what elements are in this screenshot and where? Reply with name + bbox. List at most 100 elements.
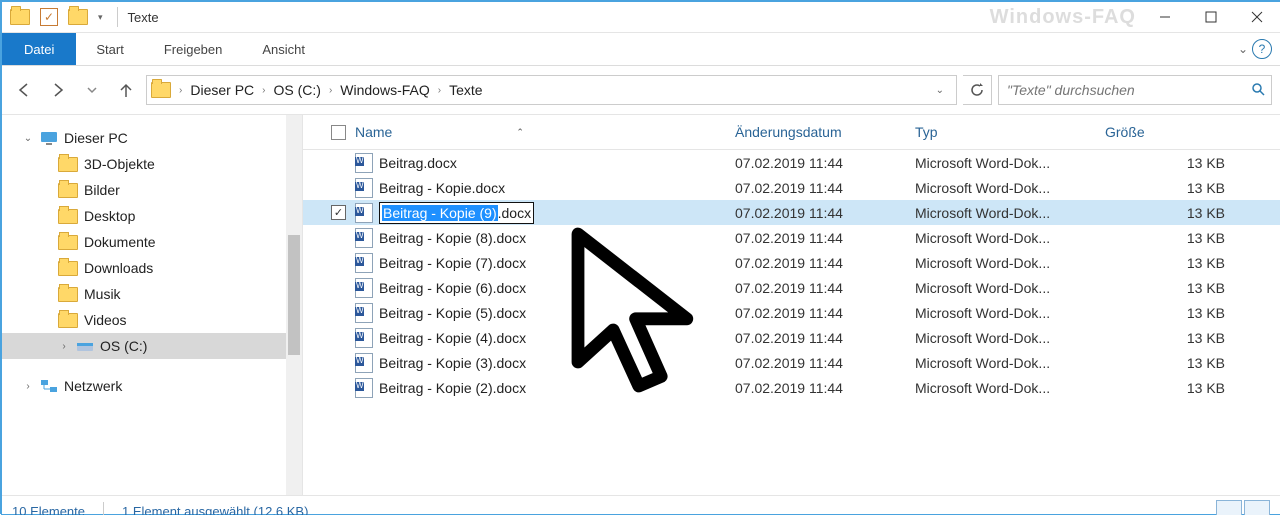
file-name-cell[interactable]: Beitrag - Kopie (6).docx xyxy=(355,278,735,298)
address-bar[interactable]: › Dieser PC › OS (C:) › Windows-FAQ › Te… xyxy=(146,75,957,105)
breadcrumb[interactable]: Dieser PC xyxy=(186,82,258,98)
file-name-cell[interactable]: Beitrag - Kopie (5).docx xyxy=(355,303,735,323)
help-icon[interactable]: ? xyxy=(1252,39,1272,59)
column-name[interactable]: Name⌃ xyxy=(355,124,735,140)
ribbon-tab-start[interactable]: Start xyxy=(76,33,143,65)
file-row[interactable]: Beitrag - Kopie (7).docx07.02.2019 11:44… xyxy=(303,250,1280,275)
file-name-cell[interactable]: Beitrag - Kopie (8).docx xyxy=(355,228,735,248)
file-name-cell[interactable]: Beitrag - Kopie (9).docx xyxy=(355,202,735,224)
tree-label: Desktop xyxy=(84,208,135,224)
pc-icon xyxy=(40,130,58,146)
expand-icon[interactable]: › xyxy=(58,341,70,352)
new-folder-icon[interactable] xyxy=(68,9,88,25)
file-name-cell[interactable]: Beitrag - Kopie (2).docx xyxy=(355,378,735,398)
folder-icon[interactable] xyxy=(10,9,30,25)
maximize-button[interactable] xyxy=(1188,2,1234,32)
up-button[interactable] xyxy=(112,76,140,104)
details-view-button[interactable] xyxy=(1216,500,1242,515)
file-name-cell[interactable]: Beitrag - Kopie (7).docx xyxy=(355,253,735,273)
ribbon-tab-share[interactable]: Freigeben xyxy=(144,33,243,65)
address-history-icon[interactable]: ⌄ xyxy=(928,85,952,96)
tree-label: 3D-Objekte xyxy=(84,156,155,172)
back-button[interactable] xyxy=(10,76,38,104)
column-type[interactable]: Typ xyxy=(915,124,1105,140)
refresh-button[interactable] xyxy=(963,75,992,105)
row-checkbox[interactable] xyxy=(331,355,355,370)
row-checkbox[interactable] xyxy=(331,305,355,320)
file-name-cell[interactable]: Beitrag - Kopie (4).docx xyxy=(355,328,735,348)
minimize-button[interactable] xyxy=(1142,2,1188,32)
folder-icon xyxy=(58,157,78,172)
file-size: 13 KB xyxy=(1105,355,1245,371)
file-row[interactable]: Beitrag - Kopie (5).docx07.02.2019 11:44… xyxy=(303,300,1280,325)
column-size[interactable]: Größe xyxy=(1105,124,1225,140)
breadcrumb[interactable]: OS (C:) xyxy=(269,82,324,98)
expand-icon[interactable]: ⌄ xyxy=(22,133,34,144)
column-date[interactable]: Änderungsdatum xyxy=(735,124,915,140)
tree-item-this-pc[interactable]: ⌄ Dieser PC xyxy=(2,125,302,151)
row-checkbox[interactable] xyxy=(331,330,355,345)
tree-item-pictures[interactable]: Bilder xyxy=(2,177,302,203)
tree-label: OS (C:) xyxy=(100,338,147,354)
file-row[interactable]: Beitrag - Kopie (2).docx07.02.2019 11:44… xyxy=(303,375,1280,400)
tree-item-documents[interactable]: Dokumente xyxy=(2,229,302,255)
ribbon-file-tab[interactable]: Datei xyxy=(2,33,76,65)
chevron-right-icon[interactable]: › xyxy=(436,85,443,96)
column-checkbox[interactable] xyxy=(331,125,355,140)
close-button[interactable] xyxy=(1234,2,1280,32)
large-icons-view-button[interactable] xyxy=(1244,500,1270,515)
separator xyxy=(103,502,104,515)
file-name: Beitrag - Kopie (6).docx xyxy=(379,280,526,296)
breadcrumb[interactable]: Windows-FAQ xyxy=(336,82,433,98)
chevron-right-icon[interactable]: › xyxy=(177,85,184,96)
watermark: Windows-FAQ xyxy=(990,6,1142,29)
word-document-icon xyxy=(355,228,373,248)
navpane-scrollbar[interactable] xyxy=(286,115,302,495)
file-row[interactable]: Beitrag - Kopie.docx07.02.2019 11:44Micr… xyxy=(303,175,1280,200)
file-row[interactable]: Beitrag - Kopie (6).docx07.02.2019 11:44… xyxy=(303,275,1280,300)
file-row[interactable]: Beitrag - Kopie (3).docx07.02.2019 11:44… xyxy=(303,350,1280,375)
breadcrumb[interactable]: Texte xyxy=(445,82,486,98)
forward-button[interactable] xyxy=(44,76,72,104)
column-label: Änderungsdatum xyxy=(735,124,842,140)
tree-item-network[interactable]: › Netzwerk xyxy=(2,373,302,399)
file-name-cell[interactable]: Beitrag.docx xyxy=(355,153,735,173)
search-input[interactable] xyxy=(1005,81,1251,99)
status-bar: 10 Elemente 1 Element ausgewählt (12,6 K… xyxy=(2,495,1280,515)
ribbon-expand-icon[interactable]: ⌄ xyxy=(1238,42,1248,56)
search-icon[interactable] xyxy=(1251,82,1265,99)
file-name-cell[interactable]: Beitrag - Kopie (3).docx xyxy=(355,353,735,373)
qat-properties-icon[interactable]: ✓ xyxy=(40,8,58,26)
file-size: 13 KB xyxy=(1105,280,1245,296)
tree-item-desktop[interactable]: Desktop xyxy=(2,203,302,229)
search-box[interactable] xyxy=(998,75,1272,105)
file-name: Beitrag - Kopie (8).docx xyxy=(379,230,526,246)
ribbon-tab-view[interactable]: Ansicht xyxy=(242,33,325,65)
file-row[interactable]: Beitrag.docx07.02.2019 11:44Microsoft Wo… xyxy=(303,150,1280,175)
qat-dropdown-icon[interactable]: ▾ xyxy=(98,12,103,23)
expand-icon[interactable]: › xyxy=(22,381,34,392)
file-type: Microsoft Word-Dok... xyxy=(915,230,1105,246)
row-checkbox[interactable] xyxy=(331,280,355,295)
row-checkbox[interactable] xyxy=(331,380,355,395)
file-name-cell[interactable]: Beitrag - Kopie.docx xyxy=(355,178,735,198)
file-row[interactable]: Beitrag - Kopie (4).docx07.02.2019 11:44… xyxy=(303,325,1280,350)
file-row[interactable]: ✓Beitrag - Kopie (9).docx07.02.2019 11:4… xyxy=(303,200,1280,225)
row-checkbox[interactable] xyxy=(331,230,355,245)
file-type: Microsoft Word-Dok... xyxy=(915,205,1105,221)
row-checkbox[interactable] xyxy=(331,155,355,170)
tree-item-3d-objects[interactable]: 3D-Objekte xyxy=(2,151,302,177)
tree-item-drive-c[interactable]: › OS (C:) xyxy=(2,333,302,359)
rename-input[interactable]: Beitrag - Kopie (9).docx xyxy=(379,202,534,224)
tree-item-music[interactable]: Musik xyxy=(2,281,302,307)
recent-locations-button[interactable] xyxy=(78,76,106,104)
row-checkbox[interactable] xyxy=(331,180,355,195)
row-checkbox[interactable]: ✓ xyxy=(331,205,355,220)
scrollbar-thumb[interactable] xyxy=(288,235,300,355)
row-checkbox[interactable] xyxy=(331,255,355,270)
chevron-right-icon[interactable]: › xyxy=(327,85,334,96)
tree-item-downloads[interactable]: Downloads xyxy=(2,255,302,281)
file-row[interactable]: Beitrag - Kopie (8).docx07.02.2019 11:44… xyxy=(303,225,1280,250)
tree-item-videos[interactable]: Videos xyxy=(2,307,302,333)
chevron-right-icon[interactable]: › xyxy=(260,85,267,96)
